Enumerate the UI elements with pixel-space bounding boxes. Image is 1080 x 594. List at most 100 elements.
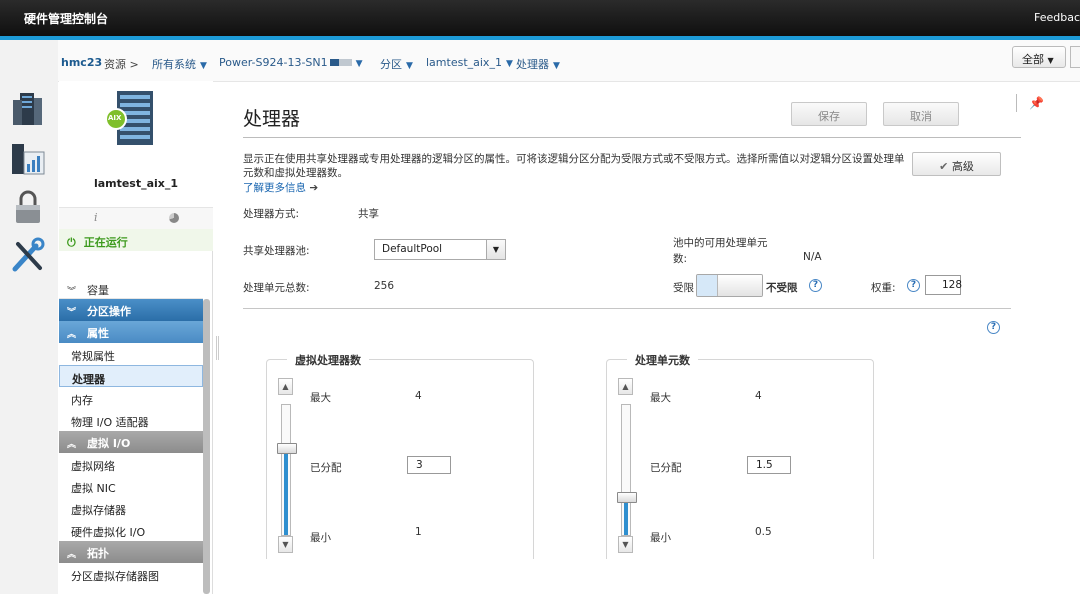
top-bar: 硬件管理控制台 Feedbac	[0, 0, 1080, 36]
tools-icon[interactable]	[10, 236, 46, 274]
app-title: 硬件管理控制台	[24, 12, 109, 26]
toggle-on-area	[697, 275, 717, 296]
feedback-link[interactable]: Feedbac	[1034, 11, 1080, 24]
nav-section-virtual-io[interactable]: ︽ 虚拟 I/O	[59, 431, 203, 453]
icon-rail	[0, 40, 58, 594]
title-divider	[243, 137, 1021, 138]
vp-max-label: 最大	[310, 392, 331, 404]
total-units-label: 处理单元总数:	[243, 282, 310, 294]
shared-pool-select[interactable]: DefaultPool ▼	[374, 239, 506, 260]
capped-toggle[interactable]	[696, 274, 763, 297]
flag-icon	[329, 59, 352, 66]
virtual-processors-title: 虚拟处理器数	[287, 352, 369, 368]
breadcrumb-resources[interactable]: 资源 >	[104, 56, 139, 72]
pu-max-label: 最大	[650, 392, 671, 404]
slider-down-button[interactable]: ▼	[618, 536, 633, 553]
learn-more-link[interactable]: 了解更多信息 ➔	[243, 180, 318, 195]
slider-up-button[interactable]: ▲	[278, 378, 293, 395]
slider-down-button[interactable]: ▼	[278, 536, 293, 553]
slider-thumb[interactable]	[277, 443, 297, 454]
save-button[interactable]: 保存	[791, 102, 867, 126]
weight-label: 权重:	[871, 282, 896, 294]
available-units-label-2: 数:	[673, 253, 688, 265]
breadcrumb-host[interactable]: hmc23	[61, 56, 102, 69]
vp-assigned-label: 已分配	[310, 462, 342, 474]
breadcrumb-processor[interactable]: 处理器 ▼	[516, 56, 560, 72]
nav-partition-actions-label: 分区操作	[87, 305, 131, 318]
weight-input[interactable]: 128	[925, 275, 962, 295]
capped-label: 受限	[673, 282, 694, 294]
breadcrumb-system[interactable]: Power-S924-13-SN1 ▼	[219, 56, 363, 69]
nav-scrollbar[interactable]	[203, 299, 210, 594]
pu-assigned-input[interactable]: 1.5	[747, 456, 791, 474]
lock-icon[interactable]	[10, 188, 46, 226]
breadcrumb-lpar-label: lamtest_aix_1	[426, 56, 502, 69]
settings-divider	[243, 308, 1011, 309]
pu-max-value: 4	[755, 390, 762, 402]
chevron-down-icon: ▼	[553, 61, 560, 71]
nav-item-processor[interactable]: 处理器	[59, 365, 203, 387]
nav-partition-actions[interactable]: ︾ 分区操作	[59, 299, 203, 321]
nav-item-physical-io[interactable]: 物理 I/O 适配器	[59, 409, 203, 431]
page-title: 处理器	[243, 108, 301, 130]
nav-section-properties[interactable]: ︽ 属性	[59, 321, 203, 343]
vp-max-value: 4	[415, 390, 422, 402]
processing-units-slider[interactable]	[617, 404, 637, 536]
nav-item-storage-diagram[interactable]: 分区虚拟存储器图	[59, 563, 203, 585]
nav-properties-label: 属性	[87, 327, 109, 340]
help-icon[interactable]: ?	[907, 279, 920, 292]
slider-thumb[interactable]	[617, 492, 637, 503]
uncapped-label: 不受限	[766, 282, 798, 294]
nav-section-topology[interactable]: ︽ 拓扑	[59, 541, 203, 563]
cancel-button[interactable]: 取消	[883, 102, 959, 126]
breadcrumb-lpar[interactable]: lamtest_aix_1 ▼	[426, 56, 513, 69]
page-description: 显示正在使用共享处理器或专用处理器的逻辑分区的属性。可将该逻辑分区分配为受限方式…	[243, 153, 905, 179]
nav-item-hw-virt-io[interactable]: 硬件虚拟化 I/O	[59, 519, 203, 541]
help-icon[interactable]: ?	[809, 279, 822, 292]
breadcrumb-all-systems-label: 所有系统	[152, 58, 196, 71]
chevron-down-icon: ︾	[67, 287, 77, 297]
chevron-up-icon: ︽	[67, 330, 77, 340]
nav-item-memory[interactable]: 内存	[59, 387, 203, 409]
breadcrumb-processor-label: 处理器	[516, 58, 549, 71]
virtual-processors-group: 虚拟处理器数 ▲ ▼ 最大 4 已分配 3 最小 1	[266, 352, 534, 559]
chevron-up-icon: ︽	[67, 550, 77, 560]
nav-item-virtual-network[interactable]: 虚拟网络	[59, 453, 203, 475]
nav-item-virtual-storage[interactable]: 虚拟存储器	[59, 497, 203, 519]
virtual-processors-slider[interactable]	[277, 404, 297, 536]
arrow-right-icon: ➔	[309, 182, 319, 194]
systems-chart-icon[interactable]	[10, 140, 46, 178]
pu-min-label: 最小	[650, 532, 671, 544]
aix-badge: AIX	[108, 114, 122, 122]
nav-capacity[interactable]: ︾ 容量	[59, 277, 203, 299]
lpar-card: AIX lamtest_aix_1 i	[59, 81, 213, 229]
nav-item-general[interactable]: 常规属性	[59, 343, 203, 365]
advanced-button[interactable]: ✔ 高级	[912, 152, 1001, 176]
help-icon[interactable]: ?	[987, 321, 1000, 334]
chevron-down-icon: ▼	[1047, 56, 1054, 65]
breadcrumb-all-systems[interactable]: 所有系统 ▼	[152, 56, 207, 72]
partition-nav-panel: AIX lamtest_aix_1 i ⏻ 正在运行 ︾ 容量 ︾ 分区操作 ︽ 属性 …	[59, 81, 213, 594]
pin-icon[interactable]: 📌	[1029, 96, 1044, 110]
nav-item-virtual-nic[interactable]: 虚拟 NIC	[59, 475, 203, 497]
learn-more-label: 了解更多信息	[243, 182, 306, 194]
breadcrumb-partitions-label: 分区	[380, 58, 402, 71]
shared-pool-value: DefaultPool	[382, 243, 443, 255]
info-icon[interactable]: i	[94, 211, 98, 224]
breadcrumb-partitions[interactable]: 分区 ▼	[380, 56, 413, 72]
breadcrumb: hmc23 资源 > 所有系统 ▼ Power-S924-13-SN1 ▼ 分区 ▼ …	[58, 40, 1080, 82]
scope-select[interactable]: 全部 ▼	[1012, 46, 1066, 68]
servers-icon[interactable]	[10, 90, 46, 128]
pie-chart-icon[interactable]	[169, 213, 179, 223]
available-units-value: N/A	[803, 251, 822, 263]
chevron-down-icon: ▼	[505, 59, 513, 69]
vp-assigned-input[interactable]: 3	[407, 456, 451, 474]
nav-capacity-label: 容量	[87, 284, 109, 297]
pu-assigned-label: 已分配	[650, 462, 682, 474]
toggle-knob	[717, 275, 762, 296]
chevron-down-icon: ▼	[486, 240, 505, 259]
shared-pool-label: 共享处理器池:	[243, 245, 310, 257]
panel-splitter[interactable]	[216, 336, 219, 360]
search-box-edge[interactable]	[1070, 46, 1080, 68]
slider-up-button[interactable]: ▲	[618, 378, 633, 395]
